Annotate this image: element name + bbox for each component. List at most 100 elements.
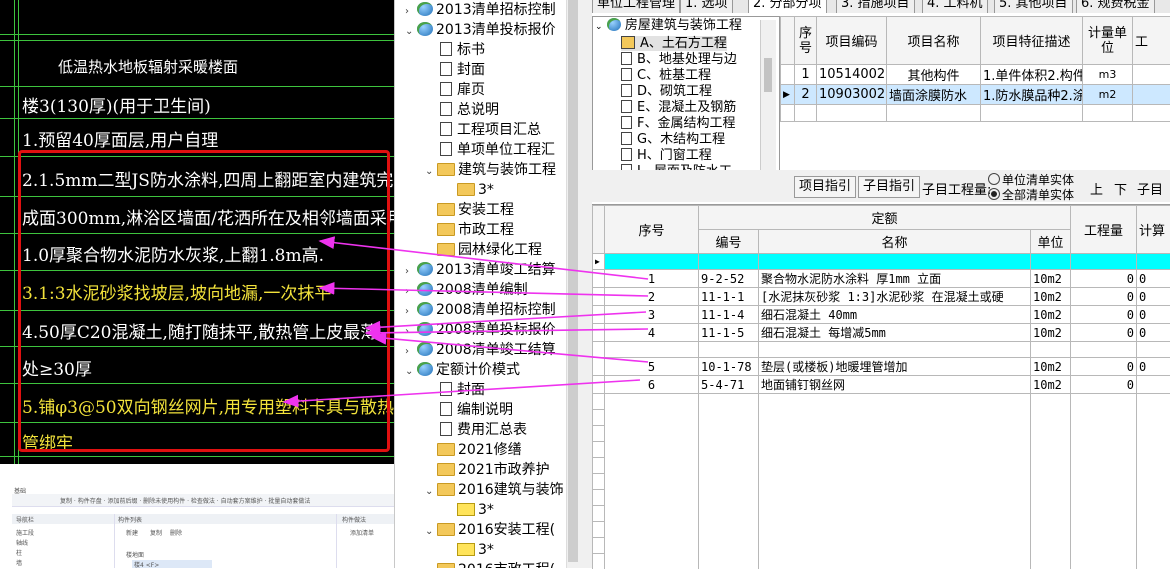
chevron-right-icon[interactable]: › — [405, 2, 417, 22]
sub-guide-button[interactable]: 子目指引 — [858, 176, 920, 198]
document-icon — [621, 52, 632, 65]
cell-q: 0 — [1071, 288, 1137, 306]
tree-item[interactable]: 工程项目汇总 — [425, 120, 541, 140]
tab-item[interactable]: 3. 措施项目 — [836, 0, 915, 13]
division-tree-item[interactable]: D、砌筑工程 — [621, 84, 712, 99]
col-header[interactable]: 工程量 — [1071, 206, 1137, 254]
tab-item[interactable]: 1. 选项 — [680, 0, 733, 13]
tab-item[interactable]: 5. 其他项目 — [994, 0, 1073, 13]
col-header[interactable]: 序号 — [795, 17, 817, 65]
move-down-button[interactable]: 下 — [1114, 179, 1127, 198]
tree-item[interactable]: ›2013清单竣工结算 — [405, 260, 556, 280]
table-row-current[interactable]: ▶ — [593, 254, 1170, 270]
tree-scrollbar-thumb[interactable] — [568, 0, 578, 562]
move-up-button[interactable]: 上 — [1090, 179, 1103, 198]
tab-item[interactable]: 6. 规费税金 — [1076, 0, 1155, 13]
col-header[interactable]: 单位 — [1031, 230, 1071, 254]
table-row[interactable]: 1 1051400200 其他构件 1.单件体积2.构件类 m3 — [781, 65, 1170, 85]
tree-item[interactable]: 扉页 — [425, 80, 485, 100]
division-tree-item[interactable]: H、门窗工程 — [621, 148, 712, 163]
division-tree-item[interactable]: B、地基处理与边 — [621, 52, 737, 67]
tree-item-label: 费用汇总表 — [457, 422, 527, 438]
table-row-selected[interactable]: ▶ 2 1090300200 墙面涂膜防水 1.防水膜品种2.涂膜 m2 — [781, 85, 1170, 105]
tree-item-label: 封面 — [457, 382, 485, 398]
tree-item[interactable]: 封面 — [425, 60, 485, 80]
table-row[interactable] — [593, 342, 1170, 358]
col-header[interactable]: 工 — [1133, 17, 1170, 65]
document-icon — [440, 382, 452, 396]
mini-nav-item: 轴线 — [16, 538, 28, 547]
division-tree-item[interactable]: F、金属结构工程 — [621, 116, 735, 131]
tree-item[interactable]: 3* — [445, 500, 494, 520]
tree-item[interactable]: 园林绿化工程 — [425, 240, 542, 260]
table-row[interactable]: 211-1-1[水泥抹灰砂浆 1:3]水泥砂浆 在混凝土或硬10m200 — [593, 288, 1170, 306]
item-guide-button[interactable]: 项目指引 — [794, 176, 856, 198]
tree-item[interactable]: ⌄定额计价模式 — [405, 360, 520, 380]
tree-item[interactable]: 市政工程 — [425, 220, 514, 240]
splitter[interactable] — [580, 0, 592, 568]
tree-item[interactable]: ⌄2016建筑与装饰 — [425, 480, 564, 500]
chevron-right-icon[interactable]: › — [405, 342, 417, 362]
col-header[interactable]: 编号 — [699, 230, 759, 254]
chevron-down-icon[interactable]: ⌄ — [425, 562, 437, 568]
col-header[interactable]: 计量单位 — [1083, 17, 1133, 65]
chevron-right-icon[interactable]: › — [405, 262, 417, 282]
tab-item[interactable]: 4. 工料机 — [922, 0, 988, 13]
division-tree-item[interactable]: A、土石方工程 — [621, 36, 727, 51]
tab-item[interactable]: 2. 分部分项 — [748, 0, 827, 13]
tree-item[interactable]: 标书 — [425, 40, 485, 60]
division-tree-item[interactable]: G、木结构工程 — [621, 132, 725, 147]
sub-button[interactable]: 子目 — [1137, 179, 1163, 198]
chevron-down-icon[interactable]: ⌄ — [405, 362, 417, 382]
tree-item[interactable]: ›2008清单投标报价 — [405, 320, 556, 340]
col-header[interactable]: 计算 — [1137, 206, 1170, 254]
table-row[interactable]: 510-1-78垫层(或楼板)地暖埋管增加10m200 — [593, 358, 1170, 376]
chevron-right-icon[interactable]: › — [405, 322, 417, 342]
tree-item[interactable]: ›2013清单招标控制 — [405, 0, 556, 20]
tree-item[interactable]: 3* — [445, 540, 494, 560]
tree-item[interactable]: 单项单位工程汇 — [425, 140, 555, 160]
tree-item[interactable]: ⌄建筑与装饰工程 — [425, 160, 556, 180]
tree-item[interactable]: ›2008清单招标控制 — [405, 300, 556, 320]
col-header[interactable]: 定额 — [699, 206, 1071, 230]
col-header[interactable]: 项目名称 — [887, 17, 981, 65]
globe-icon — [417, 322, 433, 336]
globe-icon — [417, 342, 433, 356]
radio-all[interactable]: 全部清单实体 — [988, 186, 1074, 203]
table-row[interactable]: 311-1-4细石混凝土 40mm10m200 — [593, 306, 1170, 324]
chevron-down-icon[interactable]: ⌄ — [425, 162, 437, 182]
chevron-down-icon[interactable]: ⌄ — [425, 522, 437, 542]
col-header[interactable]: 项目特征描述 — [981, 17, 1083, 65]
cell-c: 0 — [1137, 306, 1170, 324]
vscroll-thumb[interactable] — [764, 58, 772, 92]
tree-item[interactable]: ⌄2016市政工程( — [425, 560, 555, 568]
tab-item[interactable]: 单位工程管理 — [592, 0, 680, 13]
tree-item[interactable]: 安装工程 — [425, 200, 514, 220]
col-header[interactable]: 项目编码 — [817, 17, 887, 65]
tree-item[interactable]: 3* — [445, 180, 494, 200]
tree-item[interactable]: ⌄2016安装工程( — [425, 520, 555, 540]
division-tree-item[interactable]: E、混凝土及钢筋 — [621, 100, 736, 115]
cell-seq: 5 — [605, 358, 699, 376]
tree-item[interactable]: ›2008清单竣工结算 — [405, 340, 556, 360]
tree-item[interactable]: 封面 — [425, 380, 485, 400]
table-row[interactable]: 65-4-71地面铺钉钢丝网10m20 — [593, 376, 1170, 394]
table-row[interactable]: 19-2-52聚合物水泥防水涂料 厚1mm 立面10m200 — [593, 270, 1170, 288]
mini-copy: 复制 — [150, 528, 162, 537]
table-row[interactable]: 411-1-5细石混凝土 每增减5mm10m200 — [593, 324, 1170, 342]
chevron-down-icon[interactable]: ⌄ — [405, 22, 417, 42]
col-header[interactable]: 名称 — [759, 230, 1031, 254]
tree-item[interactable]: 2021市政养护 — [425, 460, 550, 480]
tree-item[interactable]: 编制说明 — [425, 400, 513, 420]
tree-item[interactable]: ⌄2013清单投标报价 — [405, 20, 556, 40]
tree-item[interactable]: 总说明 — [425, 100, 499, 120]
tree-item[interactable]: 费用汇总表 — [425, 420, 527, 440]
chevron-right-icon[interactable]: › — [405, 302, 417, 322]
chevron-down-icon[interactable]: ⌄ — [425, 482, 437, 502]
division-tree-root[interactable]: ⌄ 房屋建筑与装饰工程 — [595, 18, 742, 35]
division-tree-item[interactable]: C、桩基工程 — [621, 68, 711, 83]
tree-item[interactable]: ›2008清单编制 — [405, 280, 528, 300]
tree-item[interactable]: 2021修缮 — [425, 440, 522, 460]
col-header[interactable]: 序号 — [605, 206, 699, 254]
chevron-right-icon[interactable]: › — [405, 282, 417, 302]
